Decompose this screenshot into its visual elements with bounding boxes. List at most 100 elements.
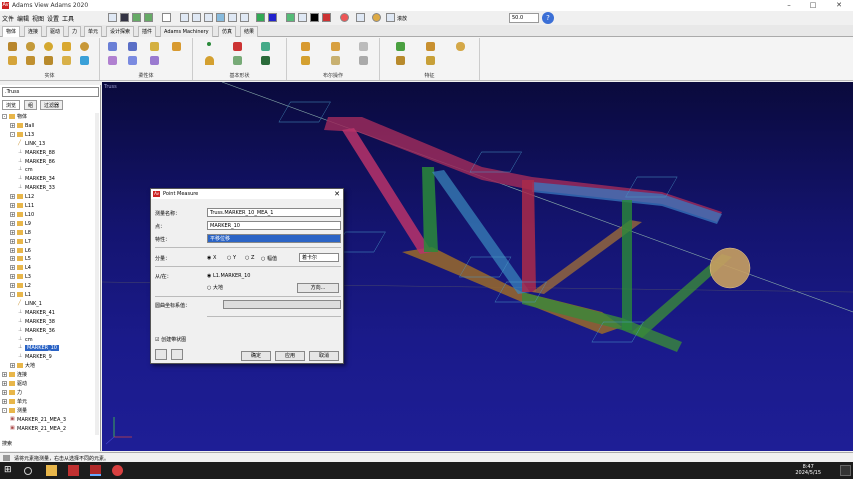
expand-toggle-icon[interactable]: + xyxy=(10,194,15,200)
layout-icon[interactable] xyxy=(286,13,295,22)
front-view-icon[interactable] xyxy=(228,13,237,22)
expand-toggle-icon[interactable]: + xyxy=(2,372,7,378)
multi-view-icon[interactable] xyxy=(298,13,307,22)
tree-item[interactable]: ⊥ MARKER_10 xyxy=(18,344,59,352)
tree-scrollbar[interactable] xyxy=(95,113,99,435)
tab-plugins[interactable]: 插件 xyxy=(138,26,157,37)
tree-item[interactable]: ▣ MARKER_21_MEA_2 xyxy=(10,425,66,433)
acrobat-icon[interactable] xyxy=(68,465,79,476)
settings-icon[interactable] xyxy=(372,13,381,22)
close-button[interactable]: ✕ xyxy=(827,0,851,11)
expand-toggle-icon[interactable]: + xyxy=(10,247,15,253)
link-icon[interactable] xyxy=(8,56,17,65)
tree-item[interactable]: ╱ LINK_13 xyxy=(18,140,45,148)
cylinder-icon[interactable] xyxy=(26,42,35,51)
mnf-icon[interactable] xyxy=(128,56,137,65)
save-icon[interactable] xyxy=(120,13,129,22)
chamfer-icon[interactable] xyxy=(396,42,405,51)
tree-item[interactable]: + 力 xyxy=(2,389,22,397)
beam-icon[interactable] xyxy=(150,42,159,51)
flex-body-icon[interactable] xyxy=(108,42,117,51)
tree-item[interactable]: ⊥ cm xyxy=(18,336,33,344)
polyline-icon[interactable] xyxy=(261,42,270,51)
direction-button[interactable]: 方向... xyxy=(297,283,339,293)
expand-toggle-icon[interactable]: + xyxy=(2,381,7,386)
tab-drive[interactable]: 驱动 xyxy=(46,26,65,37)
component-x-radio[interactable]: ◉ X xyxy=(207,255,216,261)
maximize-button[interactable]: □ xyxy=(801,0,825,11)
create-plot-checkbox[interactable]: ☑ 创建带状图 xyxy=(155,336,186,343)
single-view-icon[interactable] xyxy=(310,13,319,22)
tree-item[interactable]: + L4 xyxy=(10,264,31,272)
expand-toggle-icon[interactable]: + xyxy=(10,238,15,244)
redo-icon[interactable] xyxy=(144,13,153,22)
search-icon[interactable] xyxy=(386,13,395,22)
dialog-close-button[interactable]: ✕ xyxy=(334,190,340,198)
tree-item[interactable]: + L5 xyxy=(10,255,31,263)
hole-icon[interactable] xyxy=(456,42,465,51)
expand-toggle-icon[interactable]: + xyxy=(10,220,15,226)
search-icon[interactable] xyxy=(24,467,32,475)
expand-toggle-icon[interactable]: - xyxy=(10,131,15,137)
extrusion-icon[interactable] xyxy=(44,56,53,65)
tree-item[interactable]: ⊥ MARKER_36 xyxy=(18,327,55,335)
flex-link-icon[interactable] xyxy=(172,42,181,51)
tab-design-explore[interactable]: 设计探索 xyxy=(106,26,135,37)
tree-item[interactable]: - L1 xyxy=(10,291,31,299)
expand-toggle-icon[interactable]: + xyxy=(10,203,15,208)
cone-icon[interactable] xyxy=(261,56,270,65)
point-icon[interactable] xyxy=(207,42,211,46)
expand-toggle-icon[interactable]: + xyxy=(10,229,15,235)
tree-item[interactable]: + L3 xyxy=(10,273,31,281)
tab-force[interactable]: 力 xyxy=(68,26,82,37)
split-icon[interactable] xyxy=(331,56,340,65)
plate-icon[interactable] xyxy=(26,56,35,65)
tree-item[interactable]: + L9 xyxy=(10,220,31,228)
tree-item[interactable]: ⊥ MARKER_34 xyxy=(18,175,55,183)
revolution-icon[interactable] xyxy=(62,56,71,65)
tree-item[interactable]: ⊥ MARKER_86 xyxy=(18,158,55,166)
tree-item[interactable]: + L6 xyxy=(10,247,31,255)
viewflex-icon[interactable] xyxy=(128,42,137,51)
tree-item[interactable]: - L13 xyxy=(10,131,34,139)
from-marker-radio[interactable]: ◉ L1.MARKER_10 xyxy=(207,273,251,279)
mesh-icon[interactable] xyxy=(108,56,117,65)
arc-icon[interactable] xyxy=(205,56,214,65)
union-icon[interactable] xyxy=(301,42,310,51)
expand-toggle-icon[interactable]: + xyxy=(10,363,15,369)
tab-results[interactable]: 结果 xyxy=(240,26,259,37)
tree-item[interactable]: + L11 xyxy=(10,202,34,210)
taskbar-clock[interactable]: 8:47 2024/5/15 xyxy=(795,464,821,476)
component-mag-radio[interactable]: ○ 幅值 xyxy=(261,255,277,262)
tree-item[interactable]: - 测量 xyxy=(2,407,27,415)
swap-icon[interactable] xyxy=(150,56,159,65)
model-select[interactable]: .Truss xyxy=(2,87,99,97)
menu-edit[interactable]: 编辑 xyxy=(17,14,29,23)
file-explorer-icon[interactable] xyxy=(46,465,57,476)
measure-name-input[interactable]: Truss.MARKER_10_MEA_1 xyxy=(207,208,341,217)
merge-icon[interactable] xyxy=(331,42,340,51)
chain-icon[interactable] xyxy=(359,56,368,65)
tree-item[interactable]: ⊥ MARKER_88 xyxy=(18,149,55,157)
zoom-box-icon[interactable] xyxy=(180,13,189,22)
sphere-icon[interactable] xyxy=(44,42,53,51)
fillet-icon[interactable] xyxy=(426,42,435,51)
undo-icon[interactable] xyxy=(132,13,141,22)
cancel-button[interactable]: 取消 xyxy=(309,351,339,361)
expand-toggle-icon[interactable]: + xyxy=(10,274,15,280)
coordinate-select[interactable]: 着卡尔 xyxy=(299,253,339,262)
expand-toggle-icon[interactable]: + xyxy=(2,398,7,404)
record-icon[interactable] xyxy=(340,13,349,22)
tree-item[interactable]: ╱ LINK_1 xyxy=(18,300,42,308)
point-input[interactable]: MARKER_10 xyxy=(207,221,341,230)
tree-item[interactable]: + Ball xyxy=(10,122,34,130)
component-z-radio[interactable]: ○ Z xyxy=(245,255,254,261)
tree-item[interactable]: + L2 xyxy=(10,282,31,290)
view-3d-icon[interactable] xyxy=(216,13,225,22)
boss-icon[interactable] xyxy=(396,56,405,65)
tab-machinery[interactable]: Adams Machinery xyxy=(160,26,213,37)
intersect-icon[interactable] xyxy=(359,42,368,51)
tree-item[interactable]: + 大地 xyxy=(10,362,35,370)
measure-icon[interactable] xyxy=(322,13,331,22)
tree-item[interactable]: ⊥ MARKER_38 xyxy=(18,318,55,326)
